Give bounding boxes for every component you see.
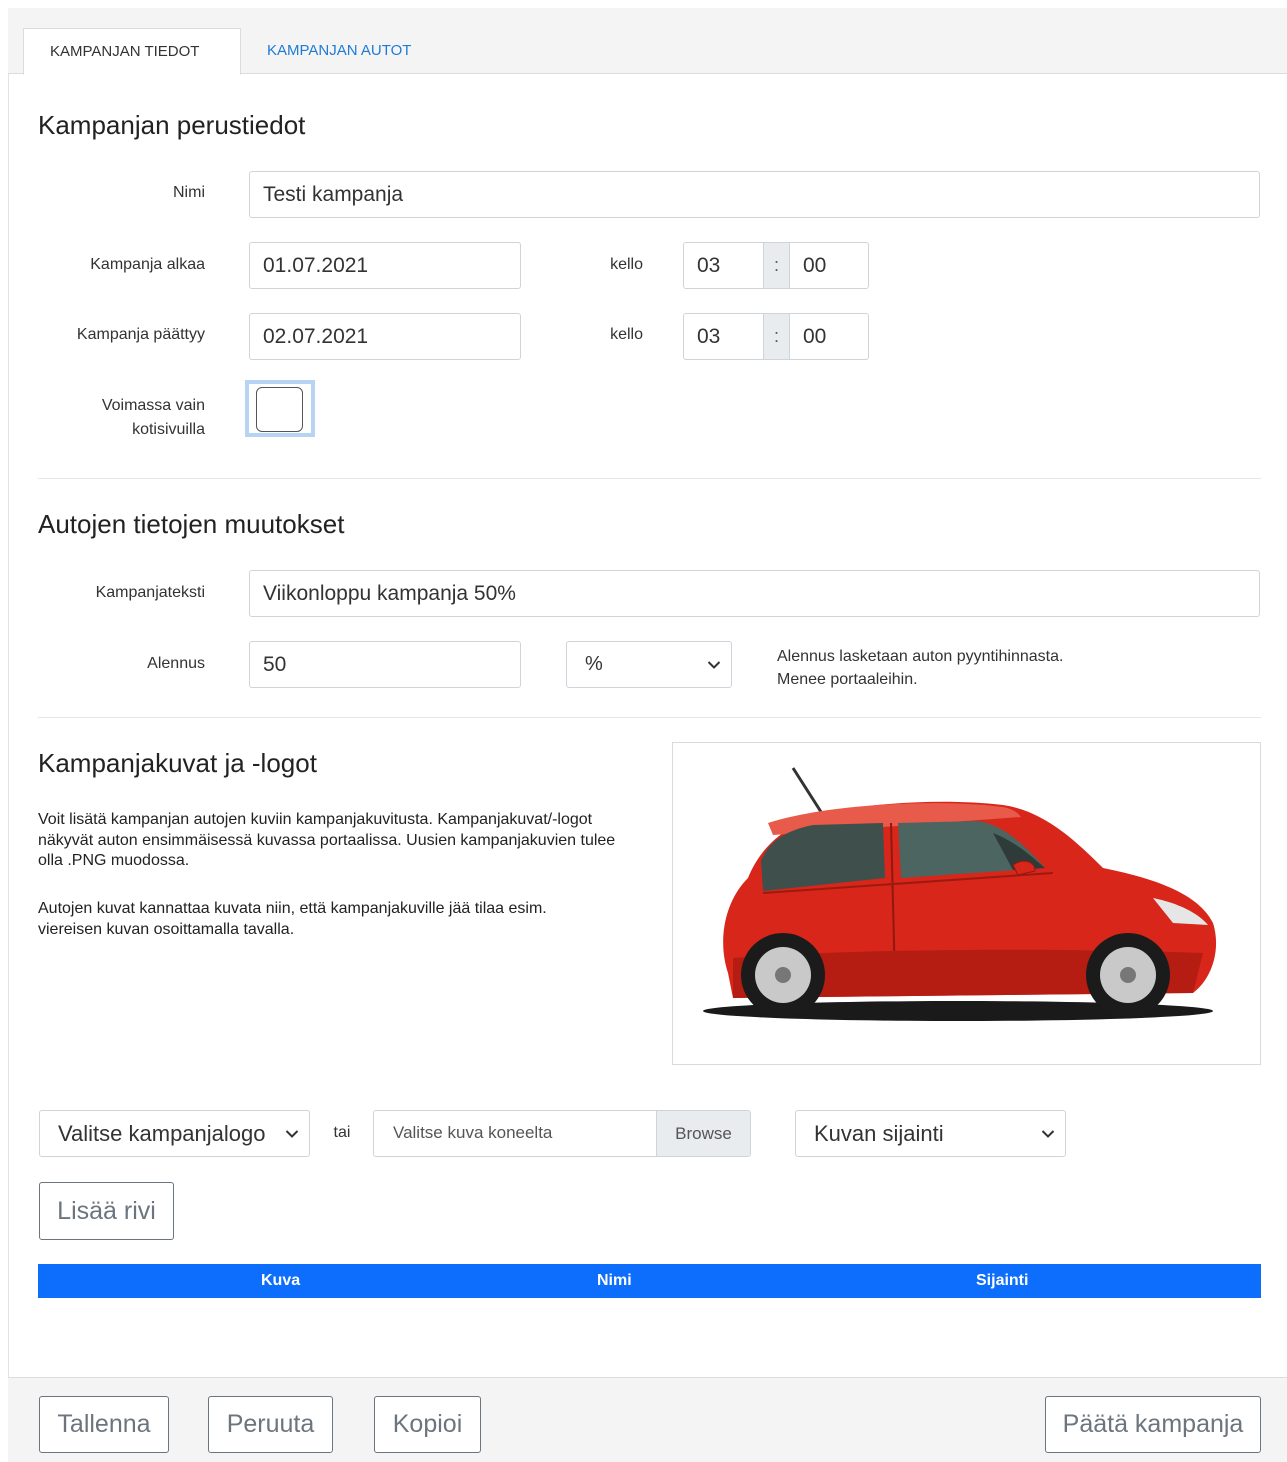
section-title-images: Kampanjakuvat ja -logot	[38, 748, 317, 778]
image-position-select-value: Kuvan sijainti	[814, 1120, 944, 1146]
example-car-image	[672, 742, 1261, 1065]
file-input-placeholder: Valitse kuva koneelta	[393, 1123, 553, 1142]
campaign-text-label: Kampanjateksti	[95, 584, 205, 601]
image-position-select[interactable]: Kuvan sijainti	[795, 1110, 1066, 1157]
section-title-changes: Autojen tietojen muutokset	[38, 509, 345, 539]
browse-button[interactable]: Browse	[656, 1111, 750, 1156]
add-row-button[interactable]: Lisää rivi	[39, 1182, 174, 1240]
end-time-label: kello	[610, 326, 643, 343]
start-hour-input[interactable]: 03	[683, 242, 764, 289]
start-date-input[interactable]: 01.07.2021	[249, 242, 521, 289]
column-header-nimi: Nimi	[597, 1272, 632, 1289]
divider-1	[38, 478, 1261, 479]
campaign-images-table-header: Kuva Nimi Sijainti	[38, 1264, 1261, 1298]
campaign-name-input[interactable]: Testi kampanja	[249, 171, 1260, 218]
start-minute-input[interactable]: 00	[789, 242, 869, 289]
end-minute-input[interactable]: 00	[789, 313, 869, 360]
discount-hint: Alennus lasketaan auton pyyntihinnasta. …	[777, 645, 1063, 691]
homepage-label-line1: Voimassa vain	[101, 397, 205, 414]
page-frame	[8, 8, 1287, 1462]
discount-unit-value: %	[585, 653, 603, 675]
chevron-down-icon	[1041, 1129, 1055, 1138]
end-date-input[interactable]: 02.07.2021	[249, 313, 521, 360]
discount-hint-line2: Menee portaaleihin.	[777, 671, 918, 688]
discount-unit-select[interactable]: %	[566, 641, 732, 688]
start-time-label: kello	[610, 256, 643, 273]
section-title-basic: Kampanjan perustiedot	[38, 110, 306, 140]
campaign-logo-select-value: Valitse kampanjalogo	[58, 1120, 266, 1146]
end-campaign-button[interactable]: Päätä kampanja	[1045, 1396, 1261, 1453]
images-description-1: Voit lisätä kampanjan autojen kuviin kam…	[38, 811, 616, 869]
or-label: tai	[333, 1124, 351, 1141]
save-button[interactable]: Tallenna	[39, 1396, 169, 1453]
chevron-down-icon	[707, 660, 721, 669]
chevron-down-icon	[285, 1129, 299, 1138]
images-description-2: Autojen kuvat kannattaa kuvata niin, ett…	[38, 900, 547, 938]
start-label: Kampanja alkaa	[90, 256, 205, 273]
car-illustration	[703, 767, 1217, 1021]
end-time-separator: :	[763, 313, 790, 360]
cancel-button[interactable]: Peruuta	[208, 1396, 333, 1453]
discount-input[interactable]: 50	[249, 641, 521, 688]
end-label: Kampanja päättyy	[76, 326, 205, 343]
homepage-label-line2: kotisivuilla	[132, 421, 205, 438]
campaign-logo-select[interactable]: Valitse kampanjalogo	[39, 1110, 310, 1157]
file-picker[interactable]: Valitse kuva koneelta Browse	[373, 1110, 751, 1157]
tab-bar: KAMPANJAN TIEDOT KAMPANJAN AUTOT	[8, 8, 1287, 75]
copy-button[interactable]: Kopioi	[374, 1396, 481, 1453]
homepage-only-focus-ring	[245, 380, 315, 437]
divider-2	[38, 717, 1261, 718]
homepage-only-label: Voimassa vain kotisivuilla	[40, 394, 205, 442]
start-time-separator: :	[763, 242, 790, 289]
column-header-sijainti: Sijainti	[976, 1272, 1029, 1289]
discount-hint-line1: Alennus lasketaan auton pyyntihinnasta.	[777, 648, 1064, 665]
homepage-only-checkbox[interactable]	[256, 387, 303, 432]
column-header-kuva: Kuva	[261, 1272, 301, 1289]
tab-kampanjan-autot[interactable]: KAMPANJAN AUTOT	[241, 28, 437, 75]
discount-label: Alennus	[147, 655, 205, 672]
campaign-text-input[interactable]: Viikonloppu kampanja 50%	[249, 570, 1260, 617]
tab-kampanjan-tiedot[interactable]: KAMPANJAN TIEDOT	[23, 28, 241, 75]
name-label: Nimi	[173, 184, 205, 201]
end-hour-input[interactable]: 03	[683, 313, 764, 360]
